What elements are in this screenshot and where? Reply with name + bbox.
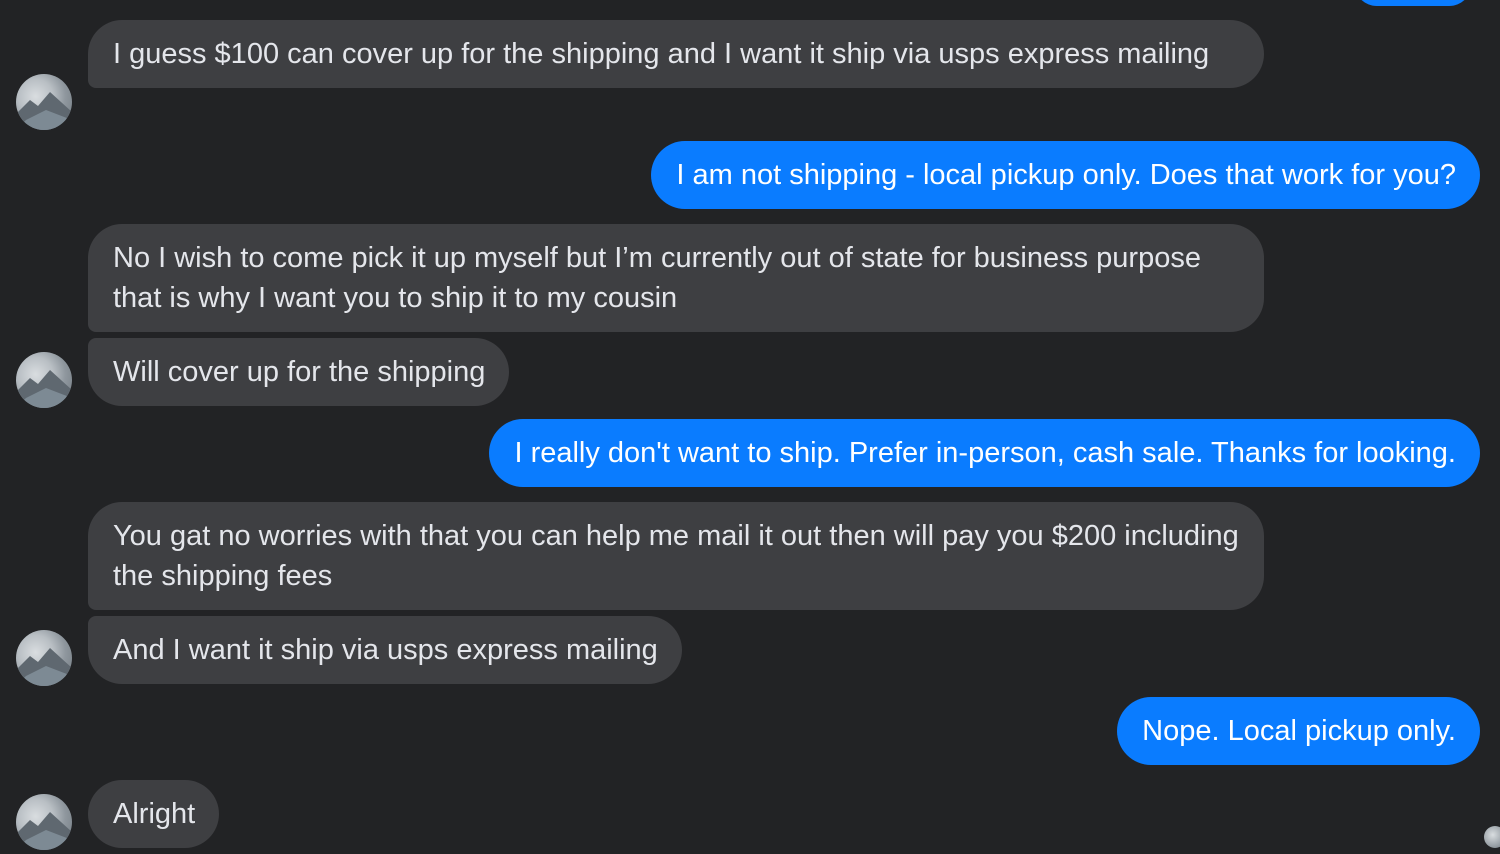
message-bubble-incoming[interactable]: You gat no worries with that you can hel… — [88, 502, 1264, 610]
message-bubble-outgoing-partial — [1354, 0, 1472, 6]
contact-avatar[interactable] — [16, 630, 72, 686]
seen-avatar-icon — [1484, 826, 1500, 848]
message-bubble-incoming[interactable]: Alright — [88, 780, 220, 848]
contact-avatar[interactable] — [16, 352, 72, 408]
message-bubble-incoming[interactable]: No I wish to come pick it up myself but … — [88, 224, 1264, 332]
contact-avatar[interactable] — [16, 74, 72, 130]
message-bubble-outgoing[interactable]: Nope. Local pickup only. — [1117, 697, 1480, 765]
avatar-photo-icon — [16, 812, 72, 850]
avatar-photo-icon — [16, 648, 72, 686]
message-thread[interactable]: I guess $100 can cover up for the shippi… — [0, 0, 1500, 854]
message-bubble-outgoing[interactable]: I really don't want to ship. Prefer in-p… — [489, 419, 1480, 487]
message-bubble-incoming[interactable]: I guess $100 can cover up for the shippi… — [88, 20, 1264, 88]
message-bubble-incoming[interactable]: Will cover up for the shipping — [88, 338, 510, 406]
message-bubble-outgoing[interactable]: I am not shipping - local pickup only. D… — [651, 141, 1480, 209]
avatar-photo-icon — [16, 370, 72, 408]
avatar-photo-icon — [16, 92, 72, 130]
message-bubble-incoming[interactable]: And I want it ship via usps express mail… — [88, 616, 682, 684]
contact-avatar[interactable] — [16, 794, 72, 850]
